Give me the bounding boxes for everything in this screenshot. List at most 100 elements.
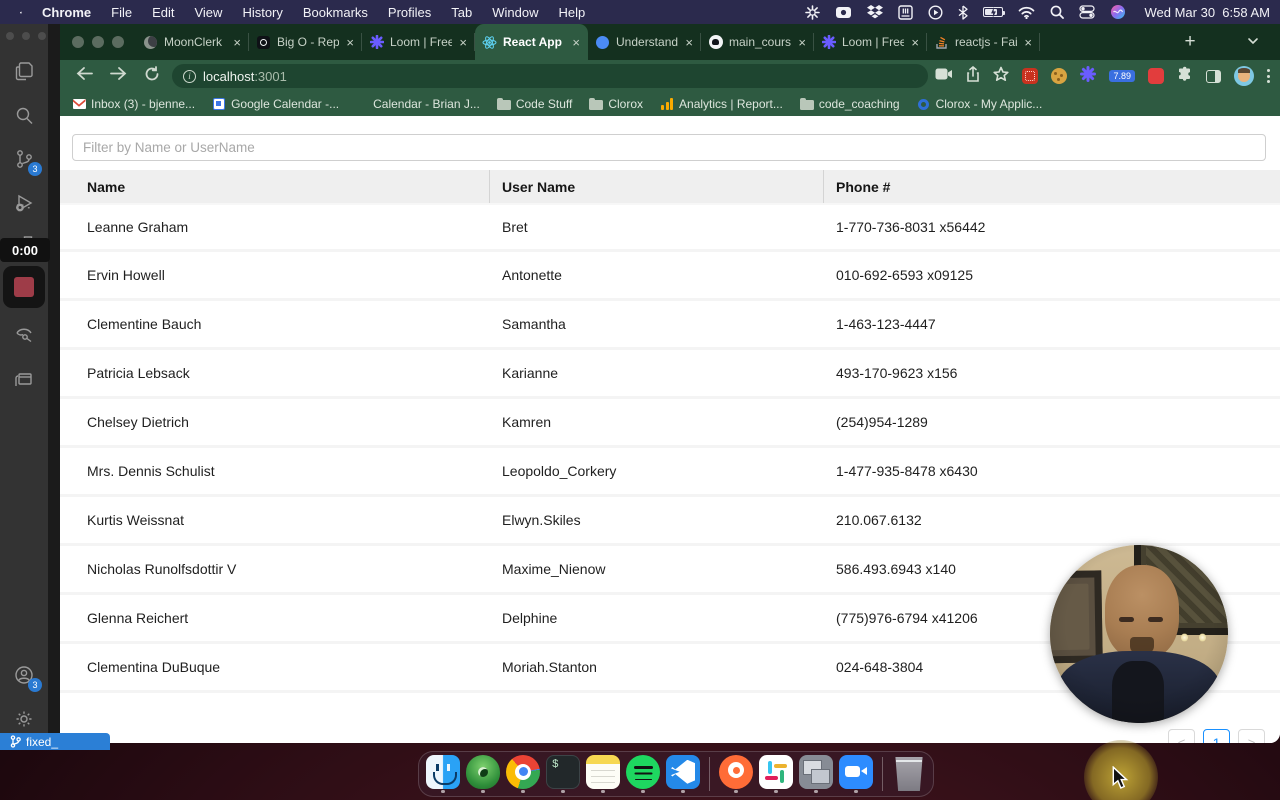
window-controls[interactable]: [72, 36, 124, 48]
dock-item-screenshots[interactable]: [799, 754, 833, 794]
bookmark-clorox[interactable]: Clorox: [589, 97, 643, 111]
run-debug-icon[interactable]: [11, 190, 37, 216]
pagination-page-1-button[interactable]: 1: [1203, 729, 1230, 743]
site-info-icon[interactable]: i: [183, 69, 196, 83]
account-icon[interactable]: 3: [11, 662, 42, 692]
tab-camera-indicator-icon[interactable]: [935, 67, 953, 85]
new-tab-button[interactable]: +: [1178, 30, 1202, 54]
extensions-puzzle-icon[interactable]: [1177, 66, 1193, 87]
dock-item-green-app[interactable]: [466, 754, 500, 794]
tab-replit[interactable]: Big O - Replit ×: [249, 24, 362, 60]
dock-item-notes[interactable]: [586, 754, 620, 794]
dock-item-vscode[interactable]: [666, 754, 700, 794]
red-extension-icon[interactable]: [1148, 68, 1164, 84]
bluetooth-icon[interactable]: [958, 4, 968, 20]
explorer-icon[interactable]: [11, 58, 37, 84]
tab-loom-2[interactable]: Loom | Free S ×: [814, 24, 927, 60]
webcam-bubble[interactable]: [1050, 545, 1228, 723]
loom-extension-icon[interactable]: [1080, 65, 1097, 87]
tab-loom-1[interactable]: Loom | Free S ×: [362, 24, 475, 60]
tab-close-icon[interactable]: ×: [458, 35, 468, 50]
menu-profiles[interactable]: Profiles: [378, 5, 441, 20]
bookmark-code-stuff[interactable]: Code Stuff: [496, 97, 572, 111]
chrome-menu-icon[interactable]: [1267, 69, 1270, 83]
postman-icon: [719, 754, 753, 789]
search-icon[interactable]: [11, 103, 37, 129]
play-circle-icon[interactable]: [927, 4, 943, 20]
tab-close-icon[interactable]: ×: [345, 35, 355, 50]
dock-item-chrome[interactable]: [506, 754, 540, 794]
tab-close-icon[interactable]: ×: [684, 35, 694, 50]
spotlight-search-icon[interactable]: [1050, 5, 1064, 19]
dock-item-finder[interactable]: [426, 754, 460, 794]
bookmark-clorox-app[interactable]: Clorox - My Applic...: [917, 97, 1042, 111]
menu-edit[interactable]: Edit: [142, 5, 184, 20]
side-panel-icon[interactable]: [1206, 69, 1221, 83]
wappalyzer-extension[interactable]: 7.89: [1109, 70, 1135, 82]
bookmark-star-icon[interactable]: [993, 66, 1010, 86]
dock-item-trash[interactable]: [892, 757, 926, 791]
honey-extension-icon[interactable]: [1022, 68, 1039, 84]
tab-search-chevron-icon[interactable]: [1246, 34, 1260, 53]
close-window-button[interactable]: [72, 36, 84, 48]
tab-github[interactable]: main_course/ ×: [701, 24, 814, 60]
pagination-next-button[interactable]: >: [1238, 729, 1265, 743]
menu-history[interactable]: History: [232, 5, 292, 20]
bookmark-inbox[interactable]: Inbox (3) - bjenne...: [72, 97, 195, 111]
siri-icon[interactable]: [1110, 4, 1126, 20]
tab-close-icon[interactable]: ×: [1023, 35, 1033, 50]
battery-charging-icon[interactable]: [982, 7, 1005, 18]
forward-button[interactable]: [110, 66, 127, 86]
dropbox-icon[interactable]: [866, 5, 883, 19]
display-flower-icon[interactable]: [804, 4, 820, 20]
bookmark-google-calendar[interactable]: Google Calendar -...: [212, 97, 339, 111]
screen-record-icon[interactable]: [835, 6, 852, 19]
remote-explorer-icon[interactable]: [11, 322, 37, 348]
tab-moonclerk[interactable]: MoonClerk | J ×: [136, 24, 249, 60]
wifi-icon[interactable]: [1018, 6, 1035, 19]
vscode-traffic-lights[interactable]: [6, 32, 46, 40]
reload-button[interactable]: [144, 65, 160, 87]
bookmark-ms-calendar[interactable]: Calendar - Brian J...: [356, 97, 480, 111]
source-control-icon[interactable]: 3: [11, 146, 42, 176]
settings-gear-icon[interactable]: [11, 706, 37, 732]
vscode-statusbar-branch[interactable]: fixed_: [0, 733, 110, 750]
dock-item-slack[interactable]: [759, 754, 793, 794]
keyboard-grid-icon[interactable]: [897, 4, 913, 20]
tab-react-app[interactable]: React App ×: [475, 24, 588, 60]
menu-window[interactable]: Window: [482, 5, 548, 20]
editor-layout-icon[interactable]: [11, 366, 37, 392]
menu-view[interactable]: View: [184, 5, 232, 20]
menu-bookmarks[interactable]: Bookmarks: [293, 5, 378, 20]
menubar-app-name[interactable]: Chrome: [32, 5, 101, 20]
pagination-prev-button[interactable]: <: [1168, 729, 1195, 743]
profile-avatar[interactable]: [1234, 66, 1254, 86]
dock-item-terminal[interactable]: [546, 754, 580, 794]
menu-file[interactable]: File: [101, 5, 142, 20]
bookmark-analytics[interactable]: Analytics | Report...: [660, 97, 783, 111]
tab-close-icon[interactable]: ×: [797, 35, 807, 50]
tab-stackoverflow[interactable]: reactjs - Faile ×: [927, 24, 1040, 60]
tab-close-icon[interactable]: ×: [571, 35, 581, 50]
share-icon[interactable]: [966, 65, 980, 87]
filter-input[interactable]: [72, 134, 1266, 161]
address-bar[interactable]: i localhost:3001: [172, 64, 928, 88]
zoom-window-button[interactable]: [112, 36, 124, 48]
tab-understanding[interactable]: Understandin ×: [588, 24, 701, 60]
minimize-window-button[interactable]: [92, 36, 104, 48]
menu-tab[interactable]: Tab: [441, 5, 482, 20]
bookmark-code-coaching[interactable]: code_coaching: [799, 97, 900, 111]
dock-item-postman[interactable]: [719, 754, 753, 794]
tab-close-icon[interactable]: ×: [232, 35, 242, 50]
menu-help[interactable]: Help: [549, 5, 596, 20]
loom-stop-button[interactable]: [3, 266, 45, 308]
dock-item-zoom[interactable]: [839, 754, 873, 794]
cookie-extension-icon[interactable]: [1051, 68, 1068, 84]
menubar-clock[interactable]: Wed Mar 30 6:58 AM: [1141, 5, 1271, 20]
apple-menu-icon[interactable]: [10, 5, 32, 20]
tab-close-icon[interactable]: ×: [910, 35, 920, 50]
back-button[interactable]: [76, 66, 93, 86]
dock-item-spotify[interactable]: [626, 754, 660, 794]
header-phone: Phone #: [836, 178, 891, 195]
control-center-icon[interactable]: [1078, 5, 1095, 19]
